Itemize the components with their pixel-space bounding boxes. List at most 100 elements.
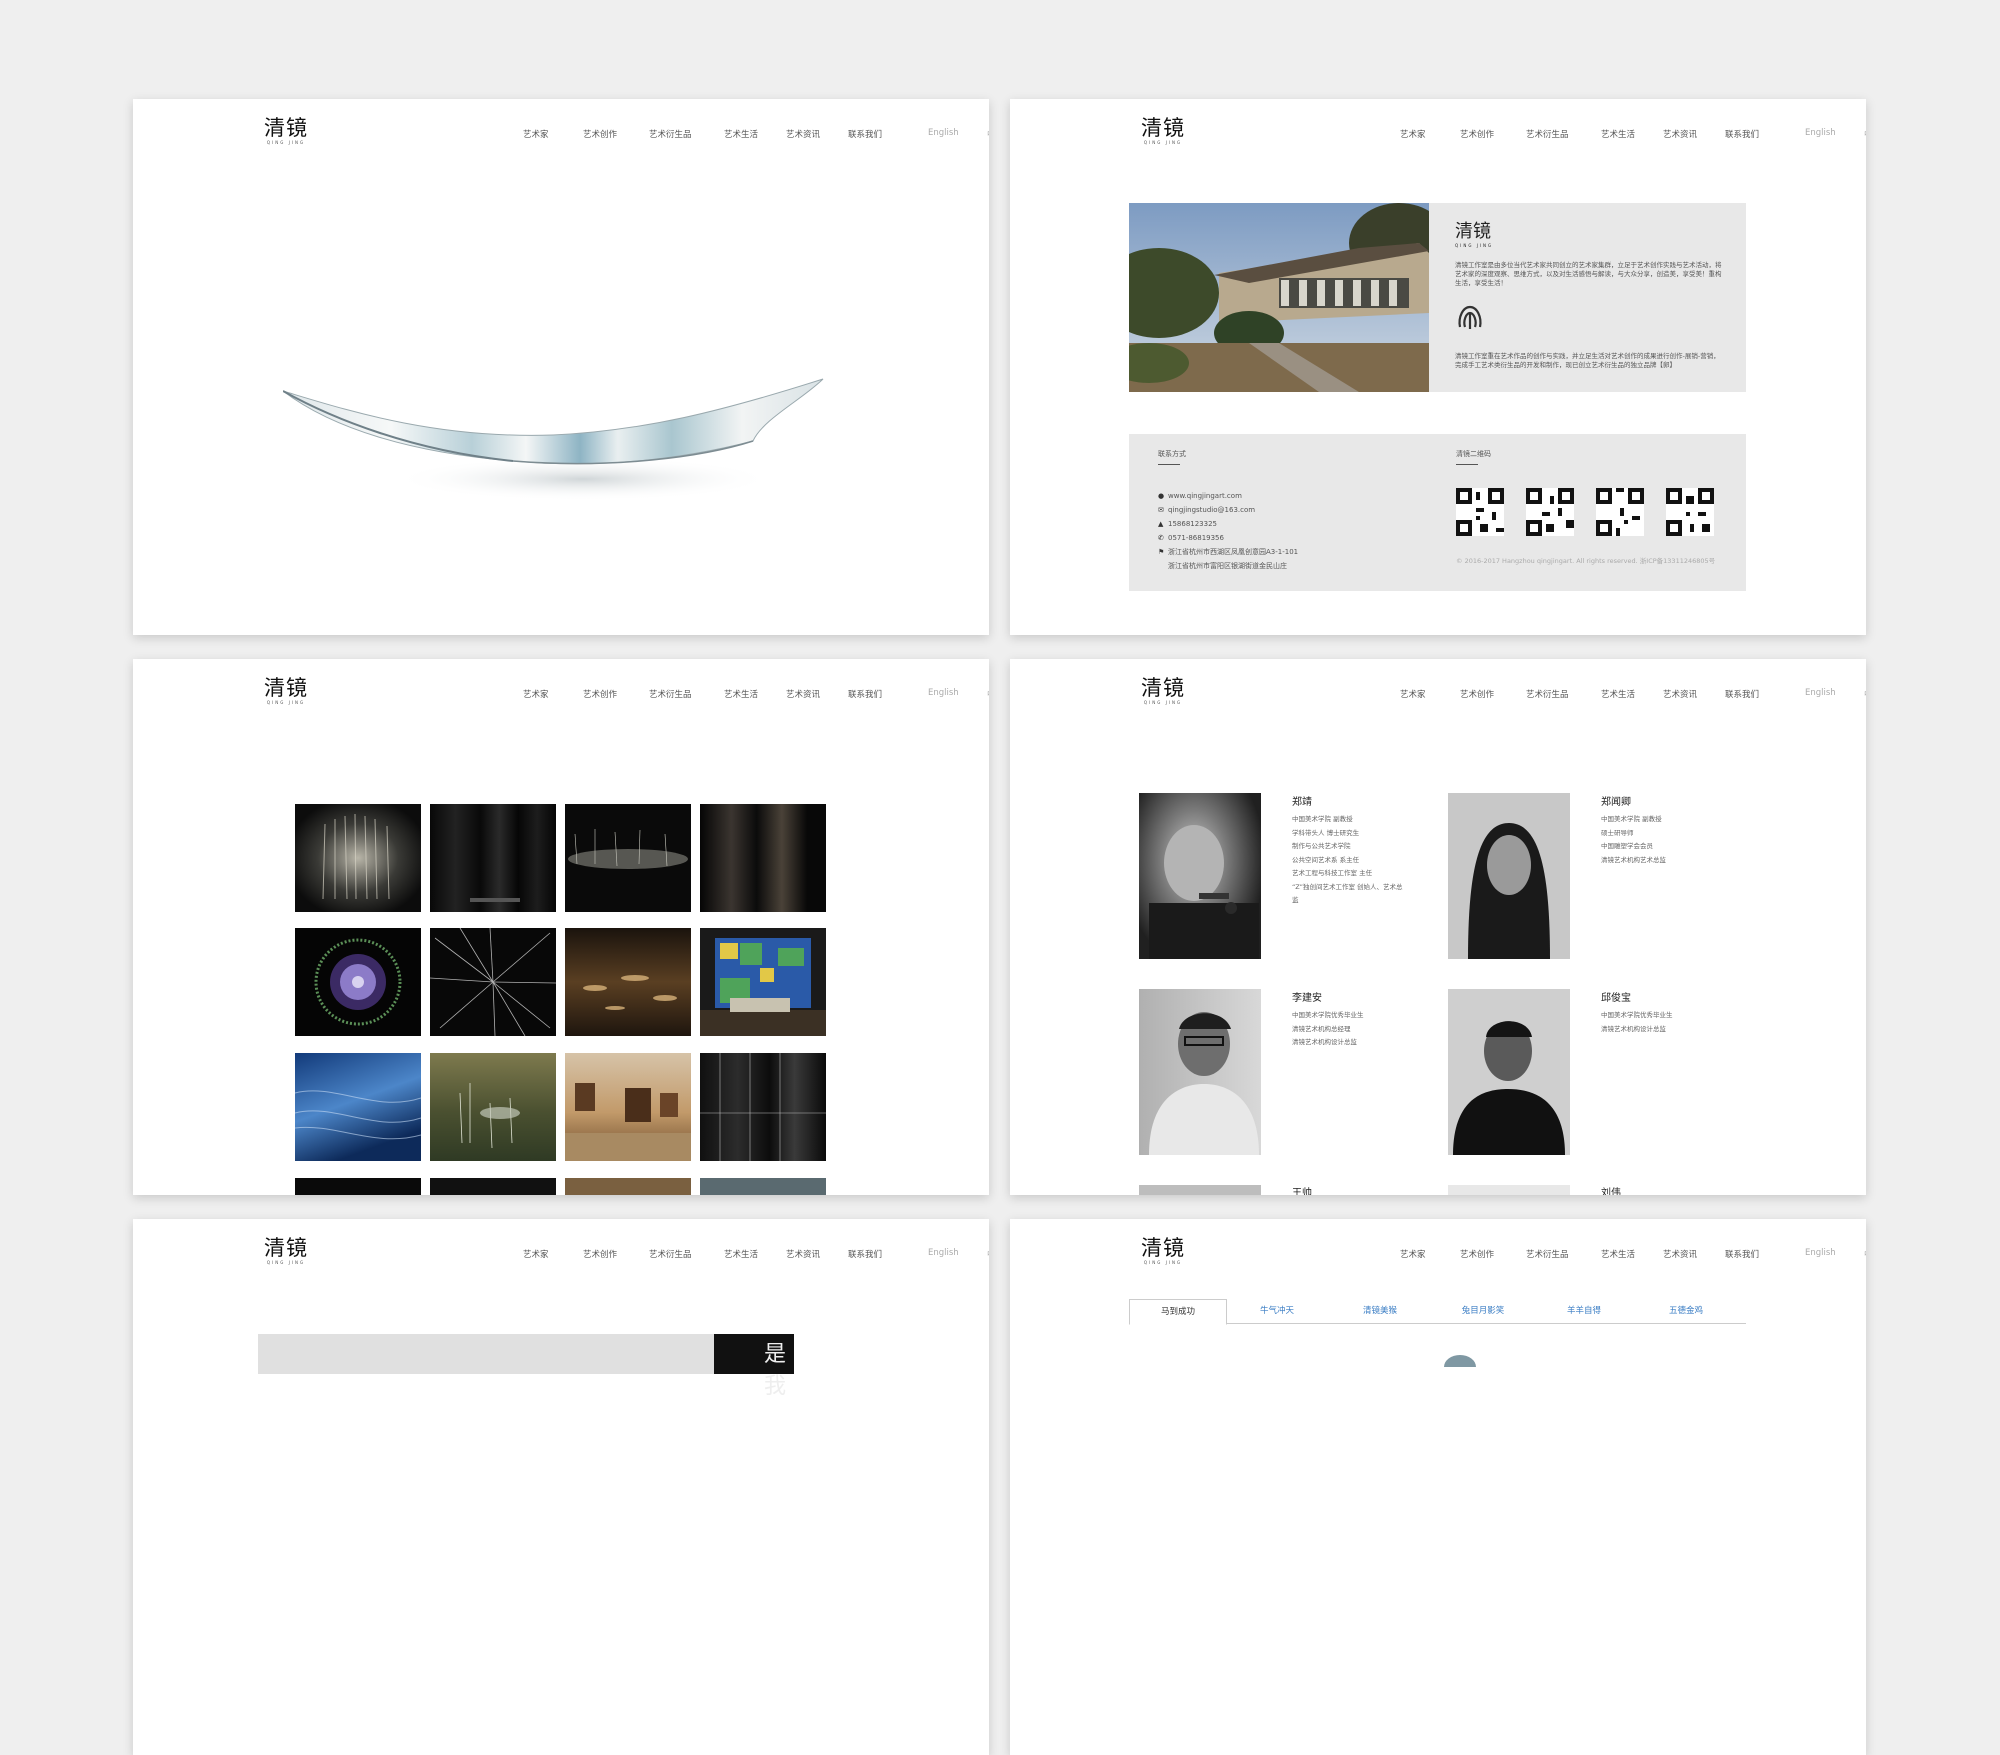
artist-name[interactable]: 王帅 bbox=[1292, 1184, 1312, 1195]
brand-name: 清镜 bbox=[1141, 116, 1185, 140]
artist-name[interactable]: 郑靖 bbox=[1292, 793, 1312, 808]
nav-item-creation[interactable]: 艺术创作 bbox=[1460, 688, 1494, 700]
nav-item-artists[interactable]: 艺术家 bbox=[1400, 128, 1426, 140]
nav-item-derivatives[interactable]: 艺术衍生品 bbox=[1526, 688, 1569, 700]
nav-item-creation[interactable]: 艺术创作 bbox=[583, 688, 617, 700]
nav-item-derivatives[interactable]: 艺术衍生品 bbox=[1526, 128, 1569, 140]
brand-logo[interactable]: 清镜 QING JING bbox=[1141, 1236, 1185, 1265]
nav-item-news[interactable]: 艺术资讯 bbox=[1663, 688, 1697, 700]
lang-english[interactable]: English bbox=[1805, 688, 1836, 698]
nav-item-life[interactable]: 艺术生活 bbox=[1601, 688, 1635, 700]
artist-name[interactable]: 李建安 bbox=[1292, 989, 1322, 1004]
nav-item-derivatives[interactable]: 艺术衍生品 bbox=[649, 1248, 692, 1260]
artwork-thumbnail[interactable] bbox=[700, 928, 826, 1036]
nav-item-life[interactable]: 艺术生活 bbox=[1601, 1248, 1635, 1260]
tab-sheep[interactable]: 羊羊自得 bbox=[1536, 1299, 1632, 1323]
nav-item-news[interactable]: 艺术资讯 bbox=[786, 688, 820, 700]
nav-item-artists[interactable]: 艺术家 bbox=[1400, 1248, 1426, 1260]
artwork-thumbnail[interactable] bbox=[295, 1178, 421, 1195]
artwork-thumbnail[interactable] bbox=[295, 928, 421, 1036]
lang-english[interactable]: English bbox=[1805, 128, 1836, 138]
tab-rooster[interactable]: 五德金鸡 bbox=[1638, 1299, 1734, 1323]
nav-item-life[interactable]: 艺术生活 bbox=[724, 1248, 758, 1260]
contact-website[interactable]: ● www.qingjingart.com bbox=[1158, 490, 1242, 502]
lang-chinese[interactable]: 中文 bbox=[987, 128, 989, 140]
artwork-thumbnail[interactable] bbox=[700, 1053, 826, 1161]
lang-english[interactable]: English bbox=[928, 128, 959, 138]
artwork-thumbnail[interactable] bbox=[565, 928, 691, 1036]
artist-portrait[interactable] bbox=[1139, 989, 1261, 1155]
nav-item-creation[interactable]: 艺术创作 bbox=[1460, 128, 1494, 140]
artwork-thumbnail[interactable] bbox=[700, 804, 826, 912]
artist-portrait[interactable] bbox=[1139, 1185, 1261, 1195]
nav-item-news[interactable]: 艺术资讯 bbox=[786, 1248, 820, 1260]
artist-bio-line: 中国美术学院优秀毕业生 bbox=[1292, 1011, 1364, 1019]
artist-name[interactable]: 郑闻卿 bbox=[1601, 793, 1631, 808]
tab-rabbit[interactable]: 兔目月影笑 bbox=[1435, 1299, 1531, 1323]
lang-chinese[interactable]: 中文 bbox=[1864, 688, 1866, 700]
nav-item-contact[interactable]: 联系我们 bbox=[848, 1248, 882, 1260]
nav-item-artists[interactable]: 艺术家 bbox=[523, 1248, 549, 1260]
lang-english[interactable]: English bbox=[1805, 1248, 1836, 1258]
lang-english[interactable]: English bbox=[928, 688, 959, 698]
nav-item-derivatives[interactable]: 艺术衍生品 bbox=[1526, 1248, 1569, 1260]
nav-item-life[interactable]: 艺术生活 bbox=[724, 128, 758, 140]
tab-ox[interactable]: 牛气冲天 bbox=[1229, 1299, 1325, 1323]
nav-item-contact[interactable]: 联系我们 bbox=[1725, 128, 1759, 140]
brand-logo[interactable]: 清镜 QING JING bbox=[264, 676, 308, 705]
qr-code-3[interactable] bbox=[1596, 488, 1644, 536]
nav-item-news[interactable]: 艺术资讯 bbox=[1663, 128, 1697, 140]
nav-item-contact[interactable]: 联系我们 bbox=[1725, 1248, 1759, 1260]
contact-email[interactable]: ✉ qingjingstudio@163.com bbox=[1158, 504, 1255, 516]
artist-portrait[interactable] bbox=[1448, 793, 1570, 959]
artwork-thumbnail[interactable] bbox=[565, 1178, 691, 1195]
nav-item-news[interactable]: 艺术资讯 bbox=[786, 128, 820, 140]
brand-logo[interactable]: 清镜 QING JING bbox=[1141, 676, 1185, 705]
artwork-thumbnail[interactable] bbox=[295, 804, 421, 912]
artwork-thumbnail[interactable] bbox=[565, 1053, 691, 1161]
qr-code-1[interactable] bbox=[1456, 488, 1504, 536]
nav-item-news[interactable]: 艺术资讯 bbox=[1663, 1248, 1697, 1260]
contact-heading: 联系方式 bbox=[1158, 450, 1186, 458]
nav-item-creation[interactable]: 艺术创作 bbox=[583, 128, 617, 140]
artwork-thumbnail[interactable] bbox=[700, 1178, 826, 1195]
nav-item-derivatives[interactable]: 艺术衍生品 bbox=[649, 688, 692, 700]
lang-english[interactable]: English bbox=[928, 1248, 959, 1258]
brand-logo[interactable]: 清镜 QING JING bbox=[1141, 116, 1185, 145]
lang-chinese[interactable]: 中文 bbox=[987, 688, 989, 700]
artwork-thumbnail[interactable] bbox=[430, 1178, 556, 1195]
lang-chinese[interactable]: 中文 bbox=[987, 1248, 989, 1260]
lang-chinese[interactable]: 中文 bbox=[1864, 128, 1866, 140]
artwork-thumbnail[interactable] bbox=[430, 804, 556, 912]
qr-code-4[interactable] bbox=[1666, 488, 1714, 536]
nav-item-artists[interactable]: 艺术家 bbox=[1400, 688, 1426, 700]
nav-item-artists[interactable]: 艺术家 bbox=[523, 128, 549, 140]
nav-item-creation[interactable]: 艺术创作 bbox=[583, 1248, 617, 1260]
nav-item-contact[interactable]: 联系我们 bbox=[848, 688, 882, 700]
tab-horse[interactable]: 马到成功 bbox=[1129, 1299, 1227, 1325]
brand-subtitle: QING JING bbox=[266, 1260, 306, 1265]
qr-code-2[interactable] bbox=[1526, 488, 1574, 536]
artist-name[interactable]: 邱俊宝 bbox=[1601, 989, 1631, 1004]
brand-logo[interactable]: 清镜 QING JING bbox=[264, 1236, 308, 1265]
brand-name: 清镜 bbox=[264, 1236, 308, 1260]
nav-item-contact[interactable]: 联系我们 bbox=[848, 128, 882, 140]
artist-portrait[interactable] bbox=[1448, 1185, 1570, 1195]
artwork-thumbnail[interactable] bbox=[565, 804, 691, 912]
artist-bio: 中国美术学院 副教授 硕士研导师 中国雕塑学会会员 清镜艺术机构艺术总监 bbox=[1601, 813, 1666, 867]
artist-name[interactable]: 刘伟 bbox=[1601, 1184, 1621, 1195]
nav-item-life[interactable]: 艺术生活 bbox=[1601, 128, 1635, 140]
nav-item-artists[interactable]: 艺术家 bbox=[523, 688, 549, 700]
nav-item-contact[interactable]: 联系我们 bbox=[1725, 688, 1759, 700]
nav-item-derivatives[interactable]: 艺术衍生品 bbox=[649, 128, 692, 140]
brand-logo[interactable]: 清镜 QING JING bbox=[264, 116, 308, 145]
tab-monkey[interactable]: 清镜美猴 bbox=[1332, 1299, 1428, 1323]
lang-chinese[interactable]: 中文 bbox=[1864, 1248, 1866, 1260]
artwork-thumbnail[interactable] bbox=[430, 1053, 556, 1161]
artist-portrait[interactable] bbox=[1448, 989, 1570, 1155]
nav-item-creation[interactable]: 艺术创作 bbox=[1460, 1248, 1494, 1260]
nav-item-life[interactable]: 艺术生活 bbox=[724, 688, 758, 700]
artist-portrait[interactable] bbox=[1139, 793, 1261, 959]
artwork-thumbnail[interactable] bbox=[295, 1053, 421, 1161]
artwork-thumbnail[interactable] bbox=[430, 928, 556, 1036]
